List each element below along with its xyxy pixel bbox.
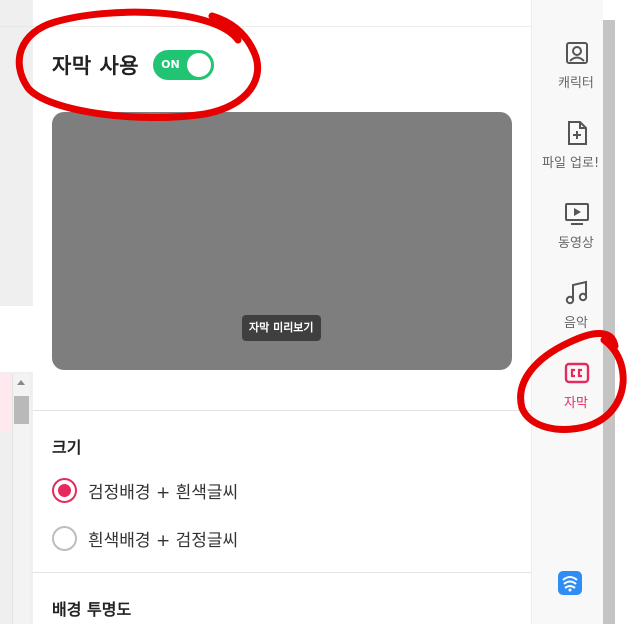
background-area: [0, 0, 33, 624]
toggle-knob: [187, 53, 212, 77]
cc-icon: [564, 362, 590, 384]
page-scrollbar[interactable]: [12, 374, 30, 624]
opacity-section-label: 배경 투명도: [52, 600, 132, 619]
panel-top-border: [33, 26, 531, 27]
size-section-label: 크기: [52, 438, 82, 457]
subtitle-toggle-row: 자막 사용 ON: [52, 48, 215, 82]
portrait-icon: [566, 42, 588, 64]
toggle-state-label: ON: [161, 58, 180, 71]
scrollbar-thumb[interactable]: [14, 396, 29, 424]
subtitle-preview: 자막 미리보기: [52, 112, 512, 370]
size-option-label: 검정배경 + 흰색글씨: [88, 482, 239, 503]
top-divider: [0, 26, 33, 27]
section-divider: [33, 410, 531, 411]
sidebar-scrollbar[interactable]: [603, 20, 615, 624]
video-play-icon: [565, 203, 589, 225]
music-note-icon: [565, 280, 588, 305]
tool-sidebar: 캐릭터 파일 업로! 동영상 음악 자막: [531, 0, 603, 624]
background-band: [0, 306, 33, 372]
subtitle-settings-panel: 자막 사용 ON 자막 미리보기 크기 검정배경 + 흰색글씨 흰색배경 + 검…: [33, 0, 531, 624]
radio-button[interactable]: [52, 525, 77, 551]
section-divider: [33, 572, 531, 573]
preview-caption: 자막 미리보기: [242, 315, 321, 341]
scroll-up-arrow-icon[interactable]: [17, 380, 25, 385]
file-add-icon: [568, 121, 587, 145]
background-highlight: [0, 374, 12, 432]
subtitle-toggle-switch[interactable]: ON: [153, 50, 215, 80]
size-option-label: 흰색배경 + 검정글씨: [88, 530, 239, 551]
help-button[interactable]: [558, 571, 582, 595]
help-chat-icon: [562, 576, 578, 592]
panel-title: 자막 사용: [52, 54, 140, 78]
size-option-black-bg[interactable]: 검정배경 + 흰색글씨: [52, 477, 238, 503]
size-option-white-bg[interactable]: 흰색배경 + 검정글씨: [52, 525, 238, 551]
radio-button-selected[interactable]: [52, 477, 77, 503]
